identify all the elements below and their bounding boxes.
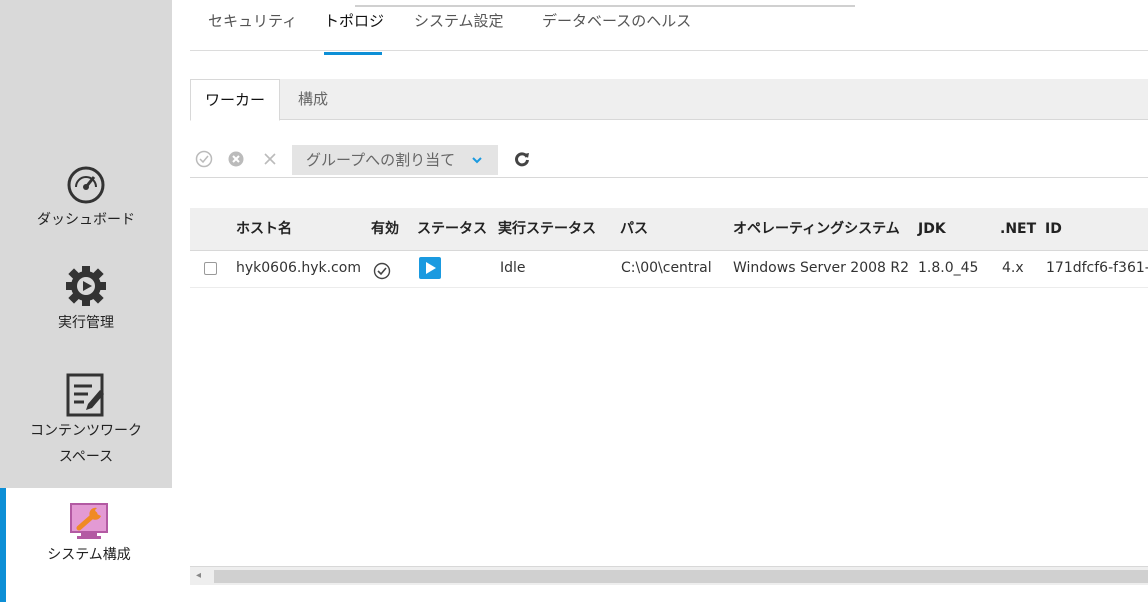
sidebar-item-label-line2: スペース bbox=[58, 449, 114, 465]
x-circle-icon bbox=[228, 151, 244, 167]
tab-topology[interactable]: トポロジ bbox=[324, 10, 384, 31]
scrollbar-thumb[interactable] bbox=[214, 570, 1148, 583]
assign-group-dropdown[interactable]: グループへの割り当て bbox=[292, 145, 498, 175]
sidebar-item-content-workspace[interactable]: コンテンツワーク スペース bbox=[0, 372, 172, 470]
check-circle-icon bbox=[195, 150, 213, 168]
cell-os: Windows Server 2008 R2 bbox=[733, 260, 910, 276]
cell-hostname: hyk0606.hyk.com bbox=[236, 260, 361, 276]
col-path[interactable]: パス bbox=[620, 208, 648, 250]
cell-exec-status: Idle bbox=[500, 260, 526, 276]
chevron-down-icon bbox=[470, 145, 484, 185]
col-hostname[interactable]: ホスト名 bbox=[236, 208, 292, 250]
active-tab-indicator bbox=[324, 52, 382, 55]
sidebar-item-dashboard[interactable]: ダッシュボード bbox=[0, 163, 172, 233]
refresh-icon bbox=[515, 152, 529, 167]
divider bbox=[190, 50, 1148, 51]
cell-id: 171dfcf6-f361- bbox=[1046, 260, 1148, 276]
col-dotnet[interactable]: .NET bbox=[1000, 208, 1036, 250]
sidebar-item-label: システム構成 bbox=[47, 547, 131, 563]
play-icon bbox=[419, 257, 441, 279]
col-enabled[interactable]: 有効 bbox=[371, 208, 399, 250]
sub-tabs: ワーカー 構成 bbox=[190, 79, 1148, 121]
sidebar-item-label: ダッシュボード bbox=[37, 212, 135, 228]
subtab-configuration[interactable]: 構成 bbox=[284, 79, 342, 119]
sidebar-item-execution[interactable]: 実行管理 bbox=[0, 262, 172, 336]
table-header: ホスト名 有効 ステータス 実行ステータス パス オペレーティングシステム JD… bbox=[190, 208, 1148, 251]
col-status[interactable]: ステータス bbox=[417, 208, 487, 250]
subtab-workers[interactable]: ワーカー bbox=[190, 79, 281, 121]
toolbar: グループへの割り当て bbox=[190, 143, 1148, 178]
sidebar-item-label: 実行管理 bbox=[58, 315, 114, 331]
col-os[interactable]: オペレーティングシステム bbox=[733, 208, 900, 250]
cell-jdk: 1.8.0_45 bbox=[918, 260, 979, 276]
tab-security[interactable]: セキュリティ bbox=[208, 10, 297, 31]
disable-button[interactable] bbox=[226, 149, 246, 169]
refresh-button[interactable] bbox=[512, 149, 532, 169]
sidebar-item-system-config[interactable]: システム構成 bbox=[0, 488, 172, 602]
cell-dotnet: 4.x bbox=[1002, 260, 1024, 276]
sidebar: ダッシュボード 実行管理 コンテンツワーク スペース システム構成 bbox=[0, 0, 172, 602]
tab-database-health[interactable]: データベースのヘルス bbox=[542, 10, 691, 31]
speedometer-icon bbox=[67, 166, 105, 204]
close-icon bbox=[264, 153, 276, 165]
row-checkbox[interactable] bbox=[204, 262, 217, 275]
col-id[interactable]: ID bbox=[1045, 208, 1062, 250]
wrench-monitor-icon bbox=[70, 503, 108, 539]
gear-play-icon bbox=[66, 266, 106, 306]
enable-button[interactable] bbox=[194, 149, 214, 169]
sidebar-item-label-line1: コンテンツワーク bbox=[30, 423, 142, 439]
col-jdk[interactable]: JDK bbox=[918, 208, 946, 250]
header-shadow bbox=[355, 5, 855, 7]
horizontal-scrollbar[interactable]: ◂ bbox=[190, 566, 1148, 585]
delete-button[interactable] bbox=[260, 149, 280, 169]
tab-system-settings[interactable]: システム設定 bbox=[414, 10, 504, 31]
assign-group-label: グループへの割り当て bbox=[306, 151, 456, 169]
check-circle-icon bbox=[373, 259, 391, 293]
col-exec-status[interactable]: 実行ステータス bbox=[498, 208, 596, 250]
edit-document-icon bbox=[66, 373, 104, 417]
table-row[interactable]: hyk0606.hyk.com Idle C:\00\central Windo… bbox=[190, 251, 1148, 288]
scroll-left-arrow-icon[interactable]: ◂ bbox=[196, 570, 201, 581]
cell-path: C:\00\central bbox=[621, 260, 712, 276]
